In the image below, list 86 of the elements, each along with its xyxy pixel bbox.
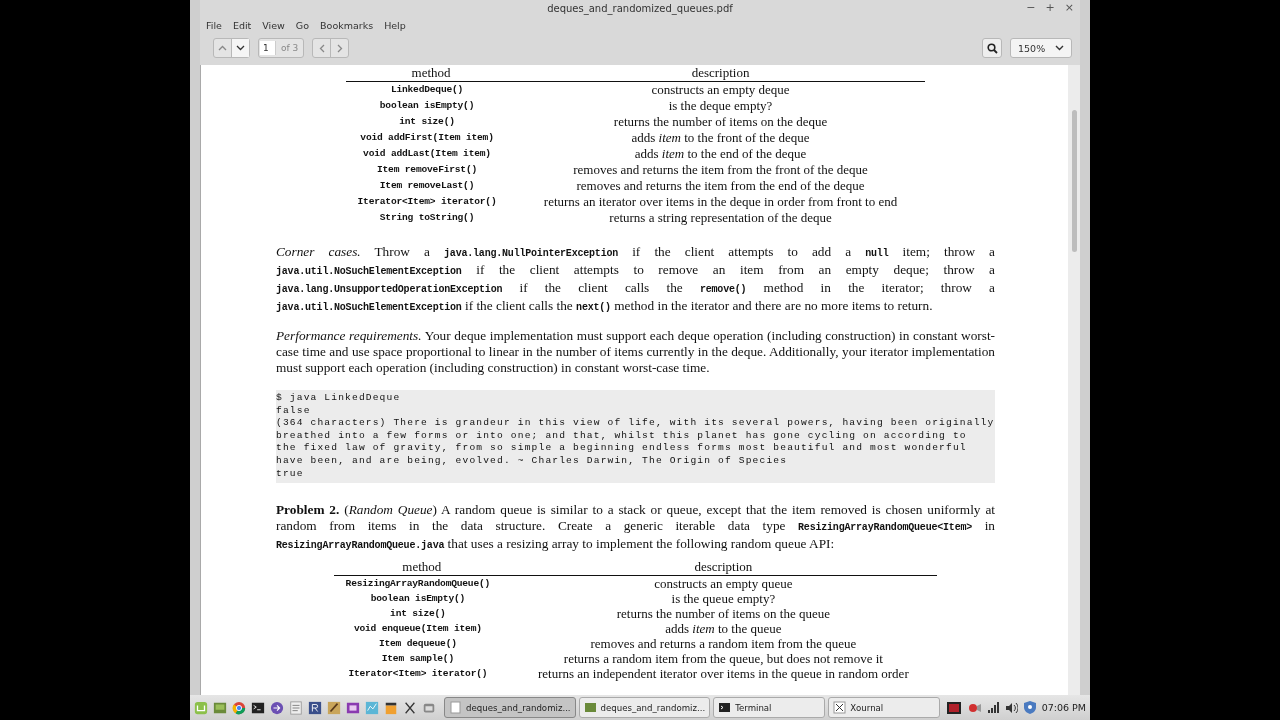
taskbar-window-button[interactable]: deques_and_randomiz...: [444, 697, 576, 718]
method-description: adds item to the end of the deque: [633, 146, 808, 162]
method-description: constructs an empty deque: [516, 81, 925, 98]
chevron-left-icon: [318, 43, 325, 53]
caret-down-icon: [1055, 45, 1064, 51]
method-signature: void enqueue(Item item): [352, 622, 483, 637]
method-description: returns a random item from the queue, but does not remove it: [562, 651, 884, 667]
menu-item[interactable]: Go: [295, 19, 310, 31]
method-description: removes and returns the item from the end of the deque: [575, 178, 866, 194]
method-description: is the deque empty?: [667, 98, 774, 114]
volume-icon[interactable]: [1004, 701, 1018, 714]
method-description: is the queue empty?: [670, 591, 777, 607]
window-icon: [718, 701, 732, 714]
minimize-button[interactable]: −: [1026, 1, 1036, 14]
signal-icon[interactable]: [986, 701, 999, 714]
method-signature: int size(): [398, 115, 456, 129]
scrollbar[interactable]: [1068, 65, 1080, 695]
scrollbar-thumb[interactable]: [1071, 110, 1077, 252]
chevron-up-icon: [218, 45, 227, 51]
screen-record-icon[interactable]: [946, 701, 961, 714]
method-signature: void addLast(Item item): [362, 147, 492, 161]
method-description: adds item to the queue: [509, 621, 937, 637]
method-description: constructs an empty queue: [509, 575, 937, 592]
maximize-button[interactable]: +: [1045, 1, 1055, 14]
search-icon: [986, 42, 998, 54]
method-signature: ResizingArrayRandomQueue(): [334, 575, 510, 592]
page-count: of 3: [280, 43, 300, 53]
method-signature: String toString(): [378, 211, 476, 225]
paragraph: Performance requirements. Your deque implementation must support each deque operation (including construction) in constant worst-case time and use space proportional to linear in the number of items currently in the deque. Additionally, your iterator implementation must support each operation (including construction) in constant worst-case time.: [276, 328, 995, 376]
page-number-field[interactable]: 1: [260, 41, 276, 55]
paragraph: Problem 2. (Random Queue) A random queue is similar to a stack or queue, except that the item removed is chosen uniformly at random from items in the data structure. Create a generic iterable data type ResizingArrayRandomQueue<Item> in ResizingArrayRandomQueue.java that uses a resizing array to implement the following random queue API:: [276, 502, 995, 554]
taskbar-window-button[interactable]: Terminal: [713, 697, 826, 718]
document-icon[interactable]: [289, 700, 303, 715]
menu-item[interactable]: View: [262, 19, 285, 31]
console-output: $ java LinkedDeque false (364 characters) There is grandeur in this view of life, with its several powers, having been originally breathed into a few forms or into one; and that, whilst this planet has gone cycling on according to the fixed law of gravity, from so simple a beginning endless forms most beautiful and most wonderful have been, and are being, evolved. ~ Charles Darwin, The Origin of Species true: [276, 390, 995, 484]
method-description: returns an independent iterator over items in the queue in random order: [537, 666, 910, 682]
column-header: description: [516, 65, 925, 82]
reader-icon[interactable]: [308, 700, 322, 715]
record-icon[interactable]: [966, 701, 981, 714]
method-signature: Item removeFirst(): [376, 163, 479, 177]
column-header: method: [346, 65, 517, 82]
method-signature: Item dequeue(): [377, 637, 458, 652]
method-signature: void addFirst(Item item): [359, 131, 495, 145]
taskbar-window-button[interactable]: deques_and_randomiz...: [578, 697, 711, 718]
menu-item[interactable]: Edit: [232, 19, 252, 31]
clock[interactable]: 07:06 PM: [1041, 702, 1086, 713]
method-signature: Iterator<Item> iterator(): [347, 667, 489, 682]
browser-icon[interactable]: [232, 700, 246, 715]
method-signature: Iterator<Item> iterator(): [356, 195, 498, 209]
method-signature: boolean isEmpty(): [378, 99, 476, 113]
window-title: deques_and_randomized_queues.pdf: [547, 3, 733, 14]
taskbar-window-button[interactable]: Xournal: [828, 697, 941, 718]
screen-icon[interactable]: [213, 700, 227, 715]
column-header: description: [509, 559, 937, 576]
chevron-down-icon: [236, 45, 245, 51]
method-description: returns the number of items on the queue: [615, 606, 832, 622]
zoom-dropdown[interactable]: 150%: [1010, 38, 1072, 58]
method-signature: Item removeLast(): [378, 179, 476, 193]
method-signature: boolean isEmpty(): [369, 592, 467, 607]
menu-item[interactable]: Bookmarks: [320, 19, 374, 31]
paragraph: Corner cases. Throw a java.lang.NullPointerException if the client attempts to add a null item; throw a java.util.NoSuchElementException if the client attempts to remove an item from an empty deque; throw a java.lang.UnsupportedOperationException if the client calls the remove() method in the iterator; throw a java.util.NoSuchElementException if the client calls the next() method in the iterator and there are no more items to return.: [276, 244, 995, 315]
menu-item[interactable]: File: [206, 19, 222, 31]
method-description: removes and returns the item from the front of the deque: [572, 162, 869, 178]
close-button[interactable]: ×: [1064, 1, 1074, 14]
method-description: returns an iterator over items in the deque in order from front to end: [542, 194, 899, 210]
method-description: adds item to the front of the deque: [630, 130, 811, 146]
menu-item[interactable]: Help: [384, 19, 406, 31]
paint-icon[interactable]: [327, 700, 341, 715]
menu-icon[interactable]: [194, 700, 208, 715]
film-icon[interactable]: [346, 700, 360, 715]
window-icon: [833, 701, 847, 714]
window-icon: [583, 701, 597, 714]
search-button[interactable]: [982, 38, 1002, 58]
method-description: returns the number of items on the deque: [612, 114, 829, 130]
next-page-button[interactable]: [231, 39, 249, 57]
method-signature: Item sample(): [380, 652, 455, 667]
terminal-icon[interactable]: [251, 700, 265, 715]
method-signature: LinkedDeque(): [346, 81, 517, 98]
method-signature: int size(): [389, 607, 447, 622]
shield-icon[interactable]: [1023, 701, 1036, 714]
method-description: removes and returns a random item from the queue: [589, 636, 858, 652]
column-header: method: [334, 559, 510, 576]
window-icon: [449, 701, 462, 714]
clapper-icon[interactable]: [384, 700, 398, 715]
method-description: returns a string representation of the deque: [608, 210, 833, 226]
chevron-right-icon: [336, 43, 343, 53]
